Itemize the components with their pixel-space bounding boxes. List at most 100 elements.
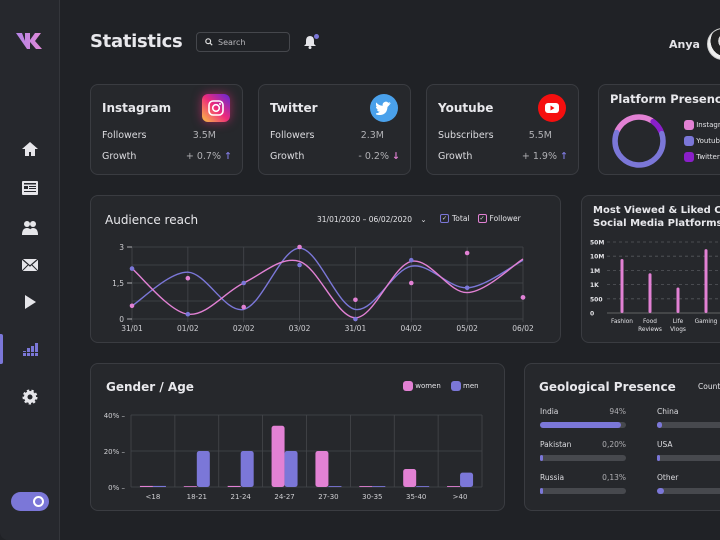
geo-item-usa: USA <box>657 440 720 461</box>
notifications-button[interactable] <box>303 34 319 50</box>
geo-item-pakistan: Pakistan 0,20% <box>540 440 626 461</box>
x-tick-label: Reviews <box>638 327 662 333</box>
bar[interactable] <box>648 273 652 313</box>
search-icon <box>205 38 213 46</box>
gender-age-card: Gender / Age women men 0% –20% –40% – <18… <box>90 363 505 511</box>
bar-men[interactable] <box>328 486 342 487</box>
stat-row-followers: Followers 2.3M <box>270 130 400 141</box>
platform-donut-chart <box>612 114 666 168</box>
progress-fill <box>540 455 543 461</box>
bar-men[interactable] <box>416 486 430 487</box>
bar[interactable] <box>620 259 624 313</box>
y-tick-label: 500 <box>590 296 603 303</box>
data-point-follower[interactable] <box>408 280 414 286</box>
most-viewed-bar-chart: 0 500 1K 1M 10M 50M Fashion Food Reviews Life Vlog… <box>590 240 720 333</box>
username: Anya <box>669 38 700 51</box>
bar-women[interactable] <box>447 486 461 487</box>
stat-row-growth: Growth + 0.7% ↑ <box>102 151 232 162</box>
gear-icon <box>22 389 38 405</box>
search-box[interactable] <box>196 32 290 52</box>
data-point-follower[interactable] <box>241 304 247 310</box>
x-tick-label: 01/02 <box>177 324 199 333</box>
avatar[interactable] <box>707 28 720 60</box>
bar-women[interactable] <box>139 485 153 487</box>
audience-line-chart: 31/01 01/02 02/02 03/02 31/01 04/02 05/02 06/02… <box>112 243 534 333</box>
geo-item-other: Other <box>657 473 720 494</box>
data-point-total[interactable] <box>129 266 135 271</box>
data-point-total[interactable] <box>241 280 247 286</box>
legend-item-twitter: Twitter <box>684 149 720 165</box>
growth-label: Growth <box>438 151 473 162</box>
country-filter-dropdown[interactable]: Country <box>698 382 720 391</box>
data-point-follower[interactable] <box>520 295 526 300</box>
twitter-icon <box>370 94 398 122</box>
sidebar-item-settings[interactable] <box>18 385 42 409</box>
data-point-follower[interactable] <box>185 275 191 281</box>
growth-value: + 0.7% <box>185 151 221 162</box>
data-point-total[interactable] <box>464 285 470 291</box>
bar-men[interactable] <box>152 485 166 487</box>
stat-card-twitter: Twitter Followers 2.3M Growth - 0.2% ↓ <box>258 84 411 175</box>
arrow-down-icon: ↓ <box>392 151 400 162</box>
geo-presence-card: Geological Presence Country India 94% Pak… <box>524 363 720 511</box>
bar-women[interactable] <box>315 451 329 487</box>
bar-women[interactable] <box>359 486 373 487</box>
x-tick-label: 30-35 <box>362 493 382 501</box>
y-tick-label: 0% – <box>108 484 125 492</box>
data-point-total[interactable] <box>185 311 191 317</box>
bar[interactable] <box>676 287 680 313</box>
legend-label: Youtube <box>696 137 720 145</box>
geo-item-india: India 94% <box>540 407 626 428</box>
data-point-total[interactable] <box>353 316 358 322</box>
geo-item-china: China <box>657 407 720 428</box>
theme-toggle[interactable] <box>11 492 49 511</box>
progress-fill <box>657 455 660 461</box>
sidebar-item-home[interactable] <box>18 137 42 161</box>
growth-value: + 1.9% <box>521 151 557 162</box>
sidebar-item-news[interactable] <box>18 176 42 200</box>
data-point-total[interactable] <box>297 262 302 268</box>
bar-women[interactable] <box>403 469 417 487</box>
country-pct: 0,13% <box>602 473 626 482</box>
y-tick-label: 20% – <box>104 448 126 456</box>
bar-men[interactable] <box>460 472 474 487</box>
sidebar-item-friends[interactable] <box>18 216 42 240</box>
y-tick-label: 0 <box>119 315 124 324</box>
bar-men[interactable] <box>284 451 298 487</box>
bar[interactable] <box>704 249 708 313</box>
data-point-total[interactable] <box>408 257 414 263</box>
metric-value: 3.5M <box>192 130 216 141</box>
data-point-follower[interactable] <box>353 297 358 303</box>
search-input[interactable] <box>218 37 278 47</box>
country-label: India <box>540 407 559 416</box>
country-label: USA <box>657 440 673 449</box>
audience-reach-card: Audience reach 31/01/2020 – 06/02/2020 ⌄… <box>90 195 561 343</box>
country-label: Pakistan <box>540 440 572 449</box>
card-title: Platform Presence <box>610 92 720 106</box>
bar-men[interactable] <box>372 486 386 487</box>
progress-fill <box>540 488 543 494</box>
x-tick-label: 31/01 <box>121 324 143 333</box>
stat-row-growth: Growth - 0.2% ↓ <box>270 151 400 162</box>
x-tick-label: <18 <box>146 493 161 501</box>
x-tick-label: 35-40 <box>406 493 426 501</box>
x-tick-label: 21-24 <box>231 493 252 501</box>
country-pct: 94% <box>609 407 626 416</box>
progress-track <box>657 455 720 461</box>
bar-men[interactable] <box>196 451 210 487</box>
card-title: Geological Presence <box>539 380 676 394</box>
bar-women[interactable] <box>227 485 241 487</box>
country-pct: 0,20% <box>602 440 626 449</box>
bar-women[interactable] <box>271 425 285 487</box>
data-point-follower[interactable] <box>129 303 135 309</box>
growth-value: - 0.2% <box>358 151 389 162</box>
vk-logo[interactable] <box>15 30 45 50</box>
sidebar-item-videos[interactable] <box>18 290 42 314</box>
progress-track <box>540 422 626 428</box>
sidebar-item-statistics[interactable] <box>18 337 42 361</box>
sidebar-item-messages[interactable] <box>18 253 42 277</box>
data-point-follower[interactable] <box>297 244 302 250</box>
bar-men[interactable] <box>240 451 254 487</box>
data-point-follower[interactable] <box>464 250 470 256</box>
bar-women[interactable] <box>183 486 197 487</box>
